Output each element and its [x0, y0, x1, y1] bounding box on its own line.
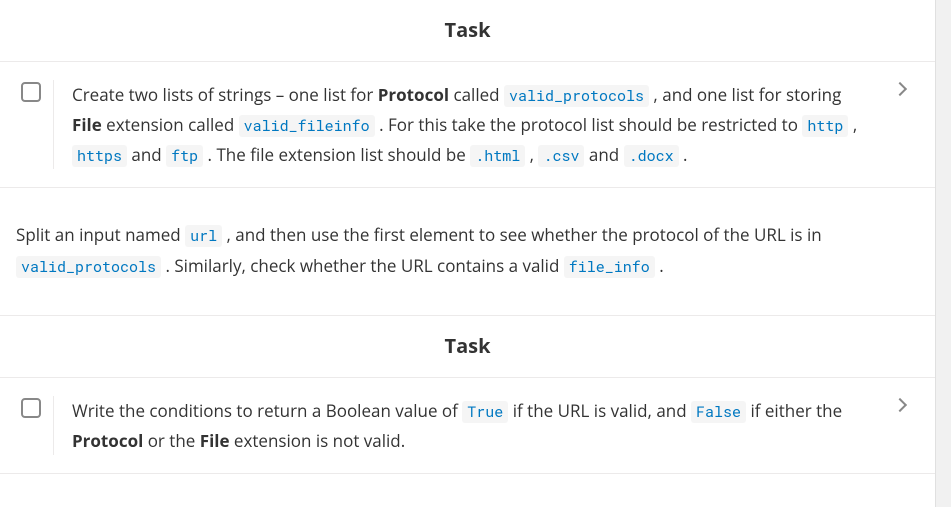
text: . The file extension list should be — [203, 143, 470, 166]
inline-code: valid_protocols — [504, 85, 649, 107]
text: if either the — [746, 399, 842, 422]
text: if the URL is valid, and — [508, 399, 691, 422]
inline-code: url — [185, 225, 222, 247]
checkbox-icon[interactable] — [21, 82, 41, 102]
text: extension is not valid. — [230, 429, 406, 452]
text: . — [679, 143, 688, 166]
inline-code: False — [691, 401, 746, 423]
text: or the — [143, 429, 199, 452]
inline-code: .docx — [624, 145, 679, 167]
text-bold: Protocol — [72, 429, 143, 452]
text: Create two lists of strings – one list f… — [72, 83, 378, 106]
text: . — [655, 254, 664, 277]
text: extension called — [102, 113, 239, 136]
task-text-2: Write the conditions to return a Boolean… — [54, 396, 885, 455]
task-item-2: Write the conditions to return a Boolean… — [0, 377, 935, 474]
text: , and then use the first element to see … — [222, 223, 822, 246]
inline-code: .html — [470, 145, 525, 167]
checkbox-icon[interactable] — [21, 398, 41, 418]
text: , and one list for storing — [649, 83, 841, 106]
task-heading-2: Task — [0, 316, 935, 377]
inline-code: ftp — [166, 145, 203, 167]
inline-code: file_info — [564, 256, 655, 278]
text-bold: File — [200, 429, 230, 452]
inline-code: https — [72, 145, 127, 167]
text: . For this take the protocol list should… — [375, 113, 803, 136]
chevron-right-icon[interactable] — [893, 82, 907, 96]
text: . Similarly, check whether the URL conta… — [161, 254, 564, 277]
task-heading-1: Task — [0, 0, 935, 61]
scrollbar-track[interactable] — [935, 0, 951, 507]
text: , — [525, 143, 538, 166]
text-bold: File — [72, 113, 102, 136]
inline-code: True — [462, 401, 508, 423]
prose-paragraph: Split an input named url , and then use … — [0, 188, 935, 316]
inline-code: http — [802, 115, 848, 137]
text: Split an input named — [16, 223, 185, 246]
chevron-right-icon[interactable] — [893, 398, 907, 412]
task-text-1: Create two lists of strings – one list f… — [54, 80, 885, 169]
text: Write the conditions to return a Boolean… — [72, 399, 462, 422]
text-bold: Protocol — [378, 83, 449, 106]
text: called — [449, 83, 504, 106]
text: and — [584, 143, 623, 166]
task-item-1: Create two lists of strings – one list f… — [0, 61, 935, 188]
inline-code: valid_fileinfo — [239, 115, 375, 137]
text: , — [848, 113, 857, 136]
text: and — [127, 143, 166, 166]
inline-code: .csv — [538, 145, 584, 167]
inline-code: valid_protocols — [16, 256, 161, 278]
